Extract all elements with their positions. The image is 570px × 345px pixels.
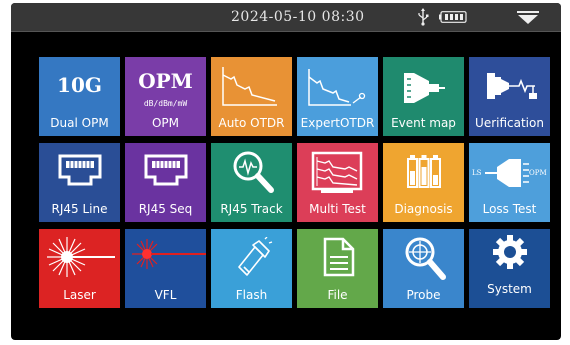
tile-dual-opm[interactable]: 10G Dual OPM [39,57,120,136]
magnifier-wave-icon [233,151,274,193]
device-screen: 2024-05-10 08:30 10G Dual OPM OPM dB/dBm… [11,3,561,340]
ls-label: LS [472,169,482,177]
tile-loss-test[interactable]: LS OPM Loss Test [469,143,550,222]
multi-trace-screen-icon [311,151,363,193]
tile-label: Loss Test [482,202,537,216]
loss-test-icon [485,159,529,187]
gear-icon [493,235,527,269]
tile-label: Diagnosis [394,202,453,216]
tile-label: Probe [406,288,441,302]
tile-probe[interactable]: Probe [383,229,464,308]
tile-multi-test[interactable]: Multi Test [297,143,378,222]
tile-label: RJ45 Track [220,202,283,216]
connector-map-icon [404,73,445,103]
rj45-port-icon [58,154,102,186]
tile-opm[interactable]: OPM dB/dBm/mW OPM [125,57,206,136]
tile-auto-otdr[interactable]: Auto OTDR [211,57,292,136]
document-icon [323,237,355,277]
tile-expert-otdr[interactable]: ExpertOTDR [297,57,378,136]
tile-label: RJ45 Seq [138,202,193,216]
tile-rj45-line[interactable]: RJ45 Line [39,143,120,222]
tile-flash[interactable]: Flash [211,229,292,308]
battery-cells-icon [407,155,441,188]
tile-label: Event map [391,116,456,130]
tile-big-text: OPM [138,69,193,93]
laser-burst-icon [47,237,115,277]
rj45-port-icon [144,154,188,186]
tile-label: OPM [151,116,180,130]
tile-label: Uerification [475,116,544,130]
opm-label: OPM [529,169,547,177]
tile-rj45-track[interactable]: RJ45 Track [211,143,292,222]
tile-label: RJ45 Line [51,202,108,216]
triangle-down-icon[interactable] [517,11,539,25]
tile-label: Flash [235,288,268,302]
tile-system[interactable]: System [469,229,550,308]
usb-icon [418,8,429,26]
battery-icon [439,11,467,23]
tile-event-map[interactable]: Event map [383,57,464,136]
tile-label: File [327,288,348,302]
red-laser-beam-icon [132,239,206,269]
tile-verification[interactable]: Uerification [469,57,550,136]
fiber-connector-icon [487,73,537,99]
tile-vfl[interactable]: VFL [125,229,206,308]
tile-label: ExpertOTDR [300,116,375,130]
status-bar: 2024-05-10 08:30 [11,3,561,32]
tile-label: Multi Test [309,202,366,216]
tile-label: System [487,282,532,296]
probe-magnifier-icon [405,237,446,280]
tile-label: VFL [154,288,177,302]
tile-label: Laser [63,288,96,302]
tile-laser[interactable]: Laser [39,229,120,308]
tile-rj45-seq[interactable]: RJ45 Seq [125,143,206,222]
flashlight-icon [238,237,273,276]
status-datetime: 2024-05-10 08:30 [231,9,365,25]
tile-file[interactable]: File [297,229,378,308]
tile-label: Dual OPM [50,116,109,130]
tile-diagnosis[interactable]: Diagnosis [383,143,464,222]
otdr-trace-cursor-icon [308,69,366,106]
tile-big-text: 10G [57,73,102,97]
tile-unit-text: dB/dBm/mW [143,99,188,108]
otdr-trace-icon [222,67,277,106]
tile-label: Auto OTDR [218,116,285,130]
